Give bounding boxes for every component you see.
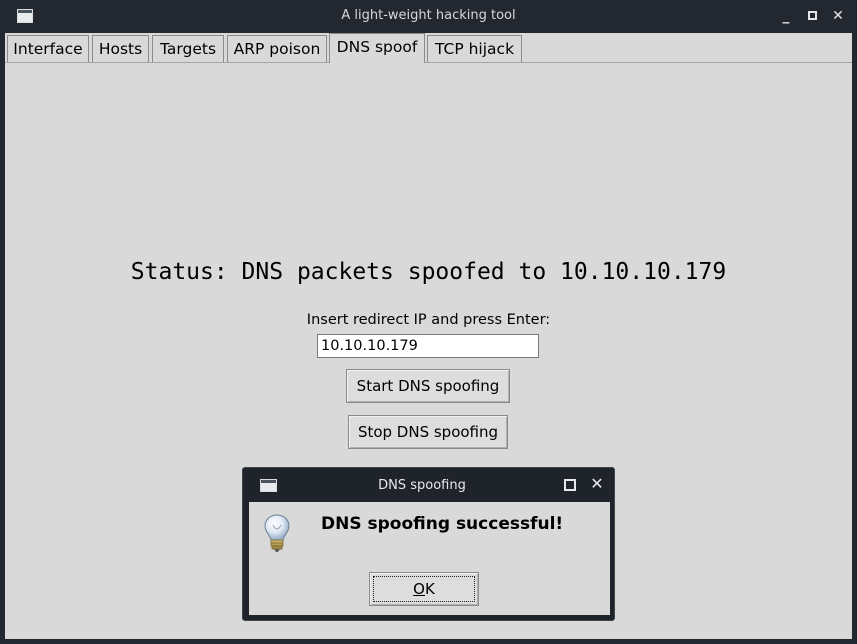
dialog-maximize-button[interactable] (564, 479, 576, 491)
window-title: A light-weight hacking tool (341, 8, 516, 23)
lightbulb-icon (264, 514, 290, 552)
tab-tcp-hijack[interactable]: TCP hijack (427, 35, 522, 63)
tab-arp-poison[interactable]: ARP poison (227, 35, 327, 63)
status-text: Status: DNS packets spoofed to 10.10.10.… (130, 259, 727, 285)
tab-hosts[interactable]: Hosts (92, 35, 149, 63)
ok-button[interactable]: OK (369, 572, 479, 606)
dialog-title: DNS spoofing (378, 478, 466, 493)
tab-interface[interactable]: Interface (7, 35, 89, 63)
title-bar[interactable]: A light-weight hacking tool _ ✕ (0, 0, 857, 33)
dialog-close-button[interactable]: ✕ (589, 474, 605, 494)
focus-ring (373, 576, 475, 602)
maximize-icon (807, 11, 817, 20)
maximize-button[interactable] (803, 6, 821, 26)
stop-dns-spoofing-button[interactable]: Stop DNS spoofing (348, 415, 508, 449)
dns-spoofing-dialog: DNS spoofing ✕ DNS spoofing successful! … (242, 467, 615, 621)
minimize-button[interactable]: _ (777, 6, 795, 26)
tab-divider (5, 62, 852, 63)
redirect-ip-label: Insert redirect IP and press Enter: (306, 312, 551, 328)
redirect-ip-input[interactable] (317, 334, 539, 358)
dialog-message: DNS spoofing successful! (321, 514, 564, 534)
close-button[interactable]: ✕ (829, 6, 847, 26)
dialog-title-bar[interactable]: DNS spoofing ✕ (243, 468, 614, 502)
start-dns-spoofing-button[interactable]: Start DNS spoofing (346, 369, 510, 403)
tab-targets[interactable]: Targets (152, 35, 224, 63)
tab-dns-spoof[interactable]: DNS spoof (329, 33, 425, 63)
tab-bar: Interface Hosts Targets ARP poison DNS s… (5, 33, 852, 63)
